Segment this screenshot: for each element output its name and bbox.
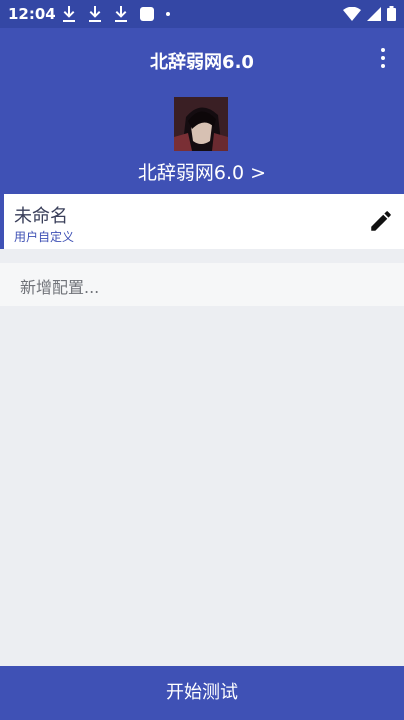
download-icon	[89, 6, 101, 22]
battery-icon	[387, 6, 396, 21]
config-type: 用户自定义	[14, 230, 75, 244]
add-config-label: 新增配置...	[20, 278, 100, 297]
status-time: 12:04	[8, 5, 56, 23]
selected-indicator	[0, 194, 4, 249]
notification-icons	[62, 6, 170, 22]
download-icon	[115, 6, 127, 22]
dot-icon	[166, 12, 170, 16]
add-config-button[interactable]: 新增配置...	[0, 263, 404, 306]
system-icons	[343, 6, 396, 21]
notification-square-icon	[140, 7, 154, 21]
signal-icon	[367, 6, 381, 21]
config-name: 未命名	[14, 206, 68, 227]
more-vert-icon[interactable]	[380, 48, 386, 68]
wifi-icon	[343, 6, 361, 21]
page-title: 北辞弱网6.0	[150, 52, 254, 73]
profile-name[interactable]: 北辞弱网6.0 >	[0, 158, 404, 185]
edit-pencil-icon[interactable]	[368, 208, 394, 234]
start-test-button[interactable]: 开始测试	[0, 666, 404, 720]
status-bar: 12:04	[0, 0, 404, 28]
avatar[interactable]	[174, 97, 228, 151]
app-header: 北辞弱网6.0 北辞弱网6.0 >	[0, 28, 404, 194]
download-icon	[63, 6, 75, 22]
config-list-item[interactable]: 未命名 用户自定义	[0, 194, 404, 249]
